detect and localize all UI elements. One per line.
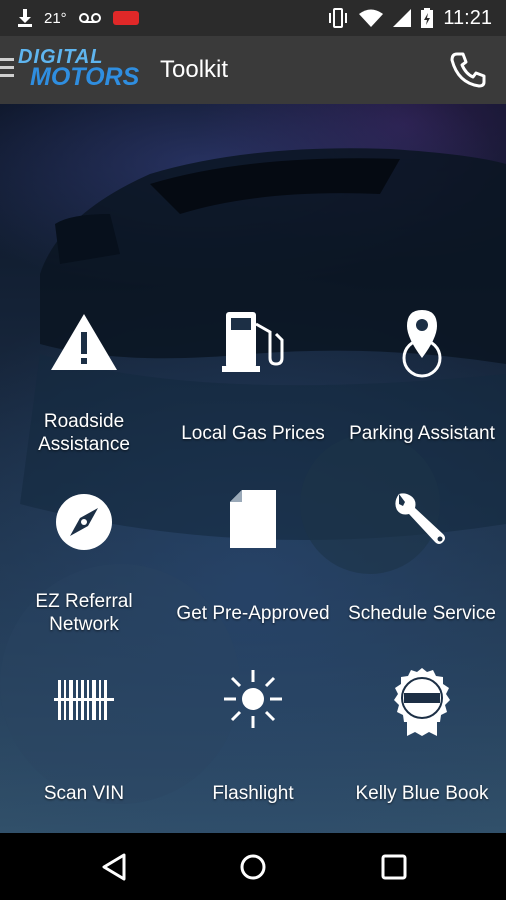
wifi-icon — [359, 9, 384, 27]
navigation-bar — [0, 833, 506, 900]
status-bar: 21° 11:21 — [0, 0, 506, 36]
recording-icon — [112, 11, 139, 25]
toolkit-background: Roadside Assistance Local Gas Prices Park… — [0, 104, 506, 833]
clock-text: 11:21 — [443, 6, 492, 29]
menu-icon[interactable] — [0, 58, 14, 80]
tool-parking-assistant[interactable]: Parking Assistant — [338, 304, 506, 464]
phone-icon[interactable] — [448, 50, 488, 90]
tool-label: EZ Referral Network — [35, 591, 133, 635]
tool-get-pre-approved[interactable]: Get Pre-Approved — [169, 484, 337, 644]
tool-roadside-assistance[interactable]: Roadside Assistance — [0, 304, 168, 464]
voicemail-icon — [78, 13, 101, 23]
download-icon — [18, 9, 32, 27]
vibrate-icon — [329, 8, 348, 28]
tool-label: Get Pre-Approved — [176, 603, 330, 624]
tool-label: Flashlight — [212, 783, 294, 804]
tool-label: Parking Assistant — [349, 423, 495, 444]
digital-motors-logo: DIGITAL MOTORS — [18, 46, 140, 91]
compass-icon — [56, 494, 112, 550]
battery-icon — [421, 8, 434, 28]
tool-kelly-blue-book[interactable]: Kelly Blue Book — [338, 664, 506, 824]
tool-label: Roadside Assistance — [38, 411, 130, 455]
warning-icon — [51, 314, 117, 370]
wrench-icon — [395, 493, 445, 544]
gas-pump-icon — [222, 312, 284, 372]
tool-schedule-service[interactable]: Schedule Service — [338, 484, 506, 644]
recents-icon[interactable] — [378, 851, 410, 883]
tool-label: Schedule Service — [348, 603, 496, 624]
tool-label: Scan VIN — [43, 783, 125, 804]
page-title: Toolkit — [160, 56, 229, 83]
app-bar: DIGITAL MOTORS Toolkit — [0, 36, 506, 104]
document-icon — [230, 490, 276, 548]
tool-flashlight[interactable]: Flashlight — [169, 664, 337, 824]
tool-scan-vin[interactable]: Scan VIN — [0, 664, 168, 824]
tool-label: Local Gas Prices — [181, 423, 325, 444]
tool-local-gas-prices[interactable]: Local Gas Prices — [169, 304, 337, 464]
signal-icon — [393, 9, 412, 27]
barcode-icon — [54, 680, 114, 720]
back-icon[interactable] — [98, 851, 130, 883]
kbb-badge-icon — [394, 668, 450, 736]
home-icon[interactable] — [237, 851, 269, 883]
temperature-text: 21° — [44, 9, 67, 27]
sun-icon — [224, 670, 282, 728]
tool-ez-referral-network[interactable]: EZ Referral Network — [0, 484, 168, 644]
map-pin-icon — [402, 310, 442, 378]
tool-label: Kelly Blue Book — [355, 783, 489, 804]
